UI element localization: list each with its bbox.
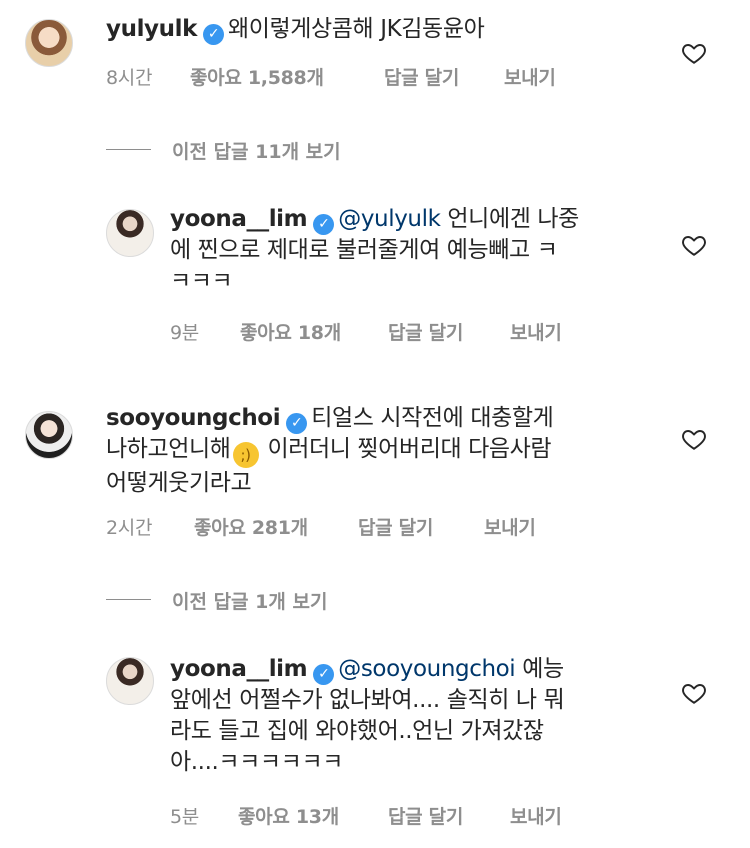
likes-count[interactable]: 좋아요 281개 [194,513,308,540]
verified-badge-icon: ✓ [286,413,308,434]
comment-body-line: 앞에선 어쩔수가 없나봐여.... 솔직히 나 뭐 [170,687,565,713]
send-button[interactable]: 보내기 [510,802,562,829]
comment-body-line: 라도 들고 집에 와야했어..언닌 가져갔잖 [170,718,544,744]
reply-button[interactable]: 답글 달기 [388,318,463,345]
comment-body-line: 에 찐으로 제대로 불러줄게여 예능빼고 ㅋ [170,237,558,263]
comment-text: yoona__lim ✓ @yulyulk 언니에겐 나중 에 찐으로 제대로 불러… [170,204,660,297]
heart-icon[interactable] [681,426,707,452]
wink-emoji-icon: ;) [232,442,259,468]
comment-body-line: ㅋㅋㅋ [170,268,233,294]
send-button[interactable]: 보내기 [504,63,556,90]
avatar[interactable] [106,209,154,257]
avatar[interactable] [106,657,154,705]
timestamp: 2시간 [106,517,153,539]
send-button[interactable]: 보내기 [510,318,562,345]
comment-body-line: 어떻게웃기라고 [106,470,252,496]
mention-link[interactable]: @yulyulk [338,206,441,232]
verified-badge-icon: ✓ [313,664,335,685]
comment-text: yulyulk ✓ 왜이렇게상콤해 JK김동윤아 [106,14,666,45]
heart-icon[interactable] [681,680,707,706]
mention-link[interactable]: @sooyoungchoi [338,656,515,682]
username[interactable]: sooyoungchoi [106,405,281,431]
comment-body: 언니에겐 나중 [440,206,579,232]
comment-body-line: 아....ㅋㅋㅋㅋㅋㅋ [170,749,343,775]
heart-icon[interactable] [681,232,707,258]
avatar[interactable] [25,19,73,67]
timestamp: 9분 [170,322,199,344]
reply-button[interactable]: 답글 달기 [358,513,433,540]
view-replies-label[interactable]: 이전 답글 1개 보기 [172,587,327,614]
likes-count[interactable]: 좋아요 18개 [240,318,341,345]
comment-text: sooyoungchoi ✓ 티얼스 시작전에 대충할게 나하고언니해;) 이러더니… [106,403,666,499]
send-button[interactable]: 보내기 [484,513,536,540]
comment-body: 왜이렇게상콤해 JK김동윤아 [228,16,485,42]
comment-body: 예능 [515,656,564,682]
likes-count[interactable]: 좋아요 1,588개 [190,63,324,90]
verified-badge-icon: ✓ [203,24,224,45]
verified-badge-icon: ✓ [313,214,335,235]
username[interactable]: yoona__lim [170,656,308,682]
comment-body: 티얼스 시작전에 대충할게 [311,405,554,431]
heart-icon[interactable] [681,40,707,66]
comment-text: yoona__lim ✓ @sooyoungchoi 예능 앞에선 어쩔수가 없나봐… [170,654,660,778]
reply-button[interactable]: 답글 달기 [388,802,463,829]
reply-button[interactable]: 답글 달기 [384,63,459,90]
username[interactable]: yoona__lim [170,206,308,232]
view-replies-label[interactable]: 이전 답글 11개 보기 [172,137,341,164]
comment-body-line: 나하고언니해 [106,436,231,462]
divider-line [106,599,151,600]
timestamp: 5분 [170,806,199,828]
avatar[interactable] [25,411,73,459]
divider-line [106,149,151,150]
comment-body-line: 이러더니 찢어버리대 다음사람 [260,436,552,462]
likes-count[interactable]: 좋아요 13개 [238,802,339,829]
username[interactable]: yulyulk [106,16,197,42]
timestamp: 8시간 [106,67,153,89]
